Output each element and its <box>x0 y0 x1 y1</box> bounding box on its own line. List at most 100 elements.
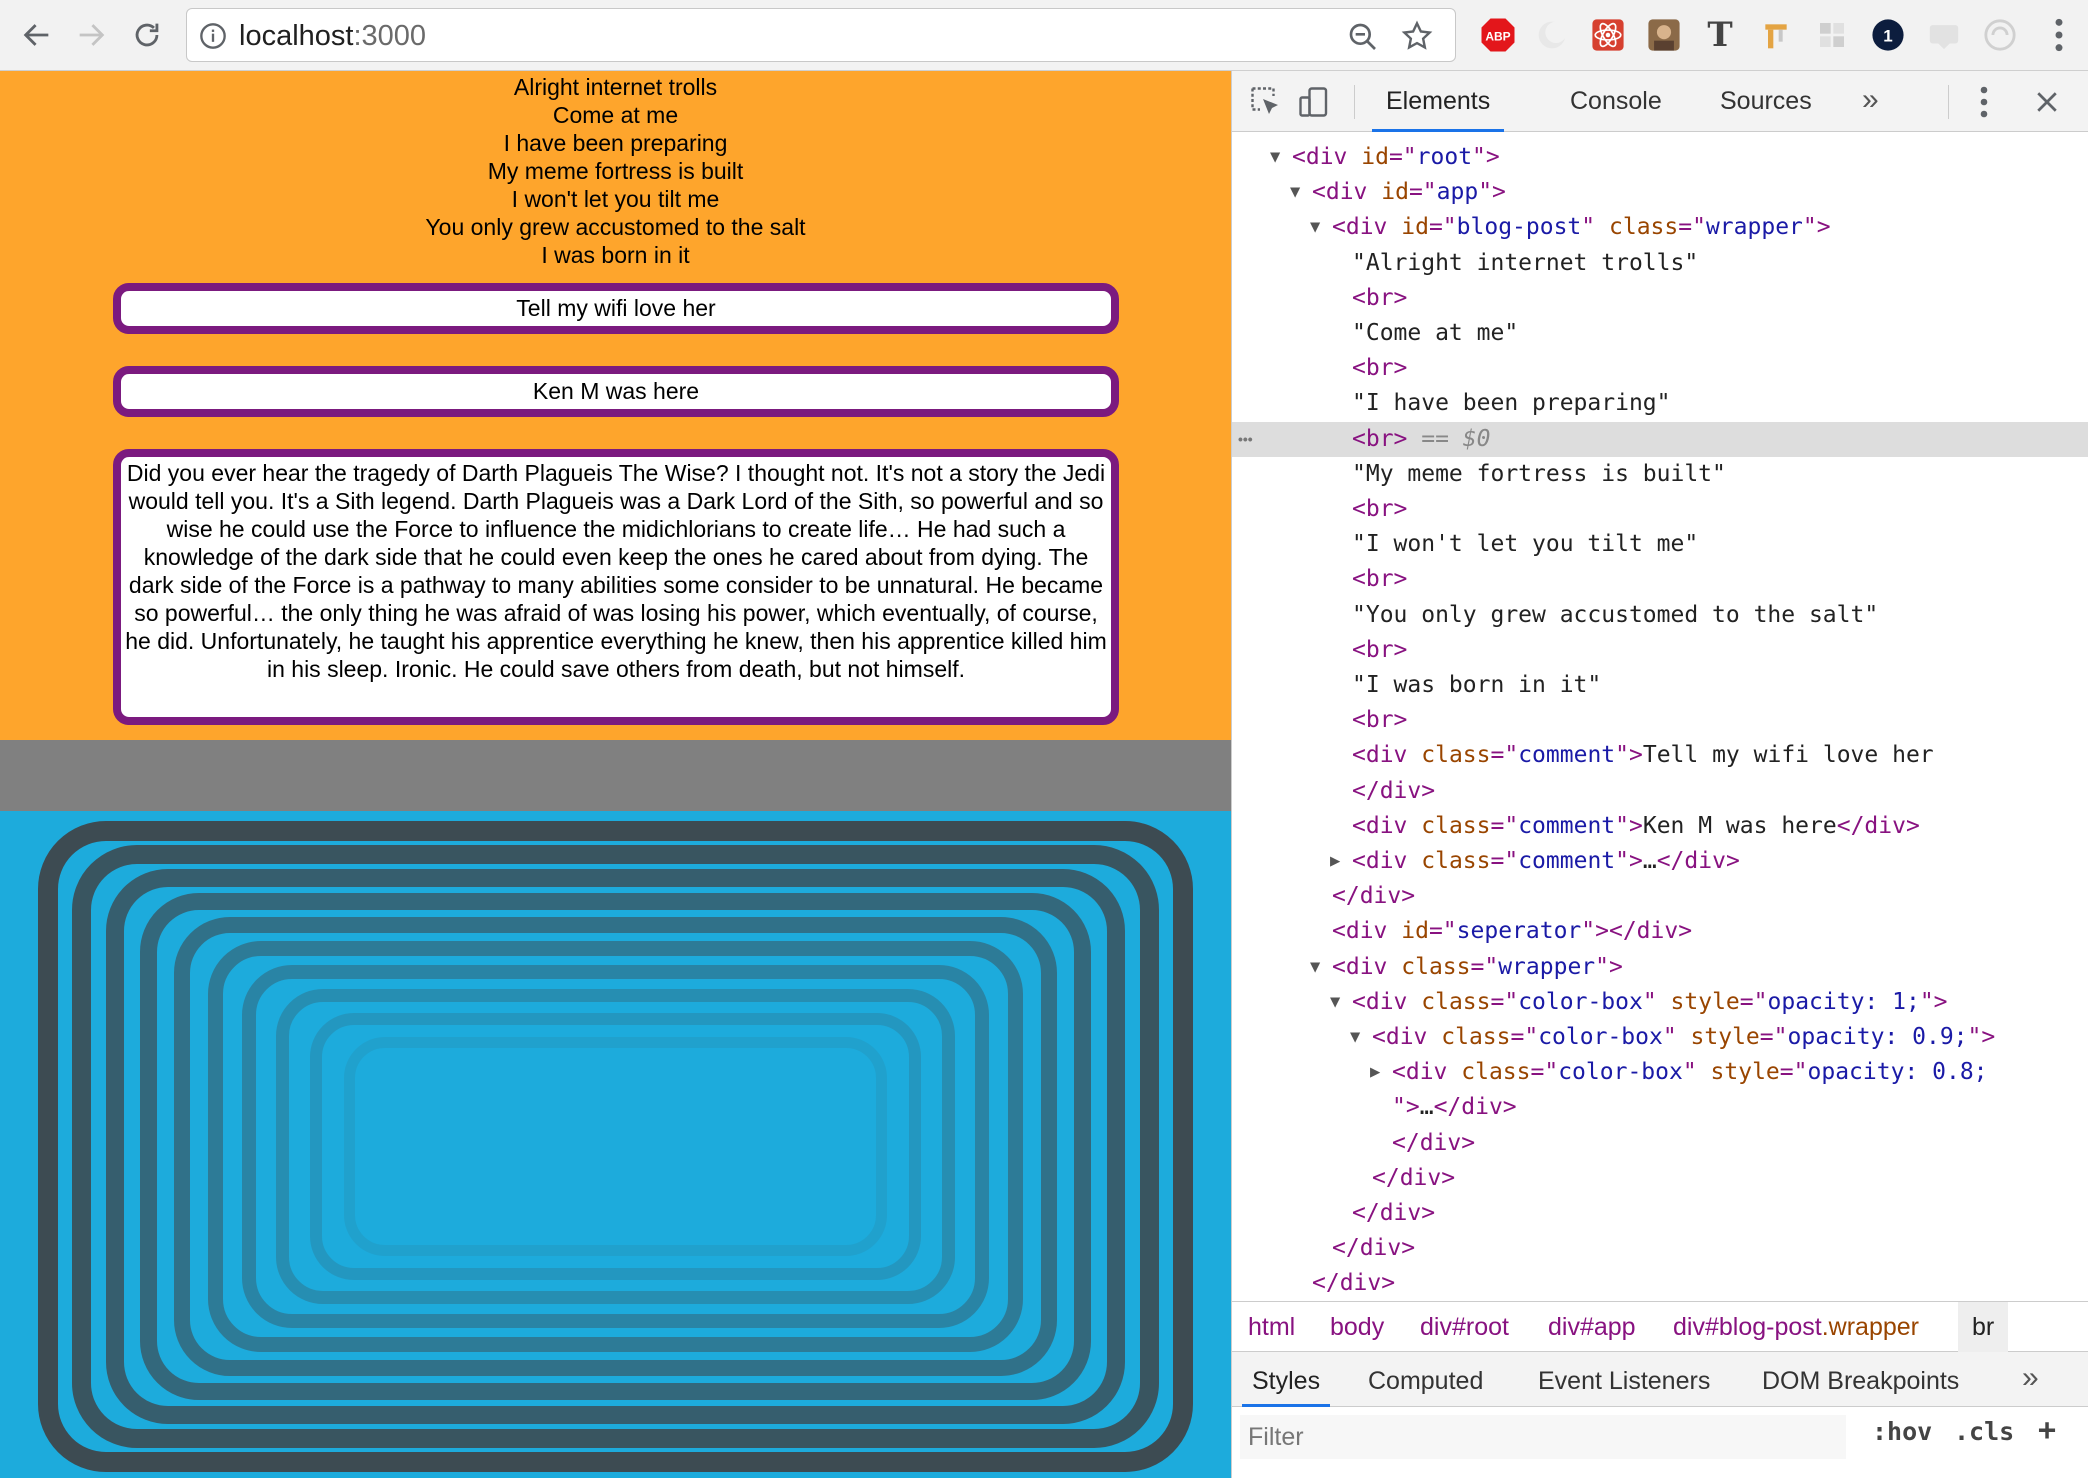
crumb-id: #blog-post <box>1704 1313 1822 1341</box>
dom-node[interactable]: ▼ <div id="app"> <box>1232 175 2088 210</box>
color-box-wrapper <box>0 811 1231 1478</box>
tab-elements[interactable]: Elements <box>1372 71 1505 132</box>
scroll-icon[interactable] <box>1981 16 2019 54</box>
comment: Did you ever hear the tragedy of Darth P… <box>113 449 1119 725</box>
expanded-triangle-icon[interactable]: ▼ <box>1330 985 1352 1020</box>
dom-node[interactable]: <div class="comment">Ken M was here</div… <box>1232 809 2088 844</box>
dom-node[interactable]: ▶ <div class="color-box" style="opacity: … <box>1232 1055 2088 1090</box>
color-box <box>344 1037 887 1256</box>
dom-node[interactable]: <br> <box>1232 703 2088 738</box>
crumb-body[interactable]: body <box>1330 1302 1384 1352</box>
dom-node[interactable]: "Come at me" <box>1232 316 2088 351</box>
back-button[interactable] <box>14 12 60 58</box>
dom-node[interactable]: <div id="seperator"></div> <box>1232 914 2088 949</box>
dom-node[interactable]: </div> <box>1232 1196 2088 1231</box>
browser-menu-icon[interactable] <box>2052 16 2066 54</box>
tab-dom-breakpoints[interactable]: DOM Breakpoints <box>1762 1352 1959 1407</box>
dom-node[interactable]: </div> <box>1232 774 2088 809</box>
expanded-triangle-icon[interactable]: ▼ <box>1310 950 1332 985</box>
dom-node[interactable]: <br> <box>1232 281 2088 316</box>
dom-node[interactable]: "You only grew accustomed to the salt" <box>1232 598 2088 633</box>
hov-button[interactable]: :hov <box>1872 1417 1932 1446</box>
dom-node[interactable]: <br> <box>1232 633 2088 668</box>
react-icon[interactable] <box>1589 16 1627 54</box>
tab-computed[interactable]: Computed <box>1368 1352 1483 1407</box>
dom-node[interactable]: <br> <box>1232 351 2088 386</box>
dom-node[interactable]: </div> <box>1232 1161 2088 1196</box>
grid-icon[interactable] <box>1813 16 1851 54</box>
dom-node-markup: <div class="comment">…</div> <box>1352 848 1740 874</box>
dom-node[interactable]: "I won't let you tilt me" <box>1232 527 2088 562</box>
dom-node[interactable]: </div> <box>1232 1126 2088 1161</box>
more-tabs-chevron-icon[interactable]: » <box>2022 1352 2039 1407</box>
onepassword-icon[interactable]: 1 <box>1869 16 1907 54</box>
dom-node[interactable]: "Alright internet trolls" <box>1232 246 2088 281</box>
dom-node[interactable]: </div> <box>1232 879 2088 914</box>
dom-node[interactable]: <div class="comment">Tell my wifi love h… <box>1232 738 2088 773</box>
css-icon[interactable] <box>1925 16 1963 54</box>
reload-button[interactable] <box>124 12 170 58</box>
dom-node[interactable]: <br> <box>1232 562 2088 597</box>
type-t-icon[interactable]: T <box>1701 15 1739 55</box>
node-menu-dots-icon[interactable]: ••• <box>1238 422 1253 457</box>
crumb-html[interactable]: html <box>1248 1302 1295 1352</box>
url-text[interactable]: localhost:3000 <box>239 20 426 53</box>
tab-event-listeners[interactable]: Event Listeners <box>1538 1352 1710 1407</box>
expanded-triangle-icon[interactable]: ▼ <box>1270 140 1292 175</box>
dom-node[interactable]: ">…</div> <box>1232 1090 2088 1125</box>
dom-node[interactable]: "My meme fortress is built" <box>1232 457 2088 492</box>
dom-node-markup: <div id="app"> <box>1312 179 1506 206</box>
close-icon[interactable] <box>2032 84 2062 120</box>
dom-node[interactable]: ▶ <div class="comment">…</div> <box>1232 844 2088 879</box>
inspect-element-icon[interactable] <box>1248 84 1284 120</box>
add-rule-plus-icon[interactable]: + <box>2038 1413 2056 1448</box>
blog-line: You only grew accustomed to the salt <box>425 214 806 240</box>
crumb-root[interactable]: div#root <box>1420 1302 1509 1352</box>
info-icon[interactable] <box>199 22 227 50</box>
dom-node-markup: ">…</div> <box>1392 1094 1517 1121</box>
dom-node[interactable]: ▼ <div class="wrapper"> <box>1232 950 2088 985</box>
devtools-menu-icon[interactable] <box>1977 84 1991 120</box>
filter-input[interactable] <box>1240 1415 1846 1459</box>
dom-node[interactable]: <br> <box>1232 492 2088 527</box>
avatar-ext-icon[interactable] <box>1645 16 1683 54</box>
dom-node-markup: <br> <box>1352 566 1408 593</box>
dom-node[interactable]: ▼ <div id="blog-post" class="wrapper"> <box>1232 210 2088 245</box>
dom-node[interactable]: "I was born in it" <box>1232 668 2088 703</box>
dom-node[interactable]: </div> <box>1232 1231 2088 1266</box>
tab-sources[interactable]: Sources <box>1720 71 1812 132</box>
expanded-triangle-icon[interactable]: ▼ <box>1310 210 1332 245</box>
forward-button[interactable] <box>68 12 114 58</box>
crumb-selected[interactable]: br <box>1958 1302 2009 1352</box>
dom-node-markup: "I have been preparing" <box>1352 390 1671 417</box>
svg-text:ABP: ABP <box>1485 29 1510 43</box>
dom-node-selected[interactable]: ••• <br> == $0 <box>1232 421 2088 457</box>
collapsed-triangle-icon[interactable]: ▶ <box>1330 844 1352 879</box>
expanded-triangle-icon[interactable]: ▼ <box>1350 1020 1372 1055</box>
more-tabs-chevron-icon[interactable]: » <box>1862 71 1879 132</box>
tool-icon[interactable] <box>1757 16 1795 54</box>
expanded-triangle-icon[interactable]: ▼ <box>1290 175 1312 210</box>
address-bar[interactable]: localhost:3000 <box>186 8 1456 62</box>
dom-node[interactable]: ▼ <div class="color-box" style="opacity: … <box>1232 985 2088 1020</box>
cls-button[interactable]: .cls <box>1954 1417 2014 1446</box>
bookmark-star-icon[interactable] <box>1401 20 1433 52</box>
dom-node[interactable]: ▼ <div class="color-box" style="opacity: … <box>1232 1020 2088 1055</box>
dom-node-markup: </div> <box>1312 1270 1396 1297</box>
crumb-blog-post[interactable]: div#blog-post.wrapper <box>1673 1302 1919 1352</box>
crumb-app[interactable]: div#app <box>1548 1302 1636 1352</box>
tab-styles[interactable]: Styles <box>1242 1352 1331 1407</box>
moon-icon[interactable] <box>1533 16 1571 54</box>
dom-tree: ▼ <div id="root"> ▼ <div id="app"> ▼ <div id=… <box>1232 132 2088 1372</box>
comment: Ken M was here <box>113 366 1119 417</box>
device-toolbar-icon[interactable] <box>1296 84 1332 120</box>
dom-node[interactable]: </div> <box>1232 1266 2088 1301</box>
dom-node[interactable]: "I have been preparing" <box>1232 386 2088 421</box>
adblock-icon[interactable]: ABP <box>1479 16 1517 54</box>
tab-console[interactable]: Console <box>1570 71 1662 132</box>
collapsed-triangle-icon[interactable]: ▶ <box>1370 1055 1392 1090</box>
seperator <box>0 740 1231 811</box>
zoom-out-icon[interactable] <box>1347 21 1379 53</box>
blog-line: My meme fortress is built <box>487 158 744 184</box>
dom-node[interactable]: ▼ <div id="root"> <box>1232 140 2088 175</box>
